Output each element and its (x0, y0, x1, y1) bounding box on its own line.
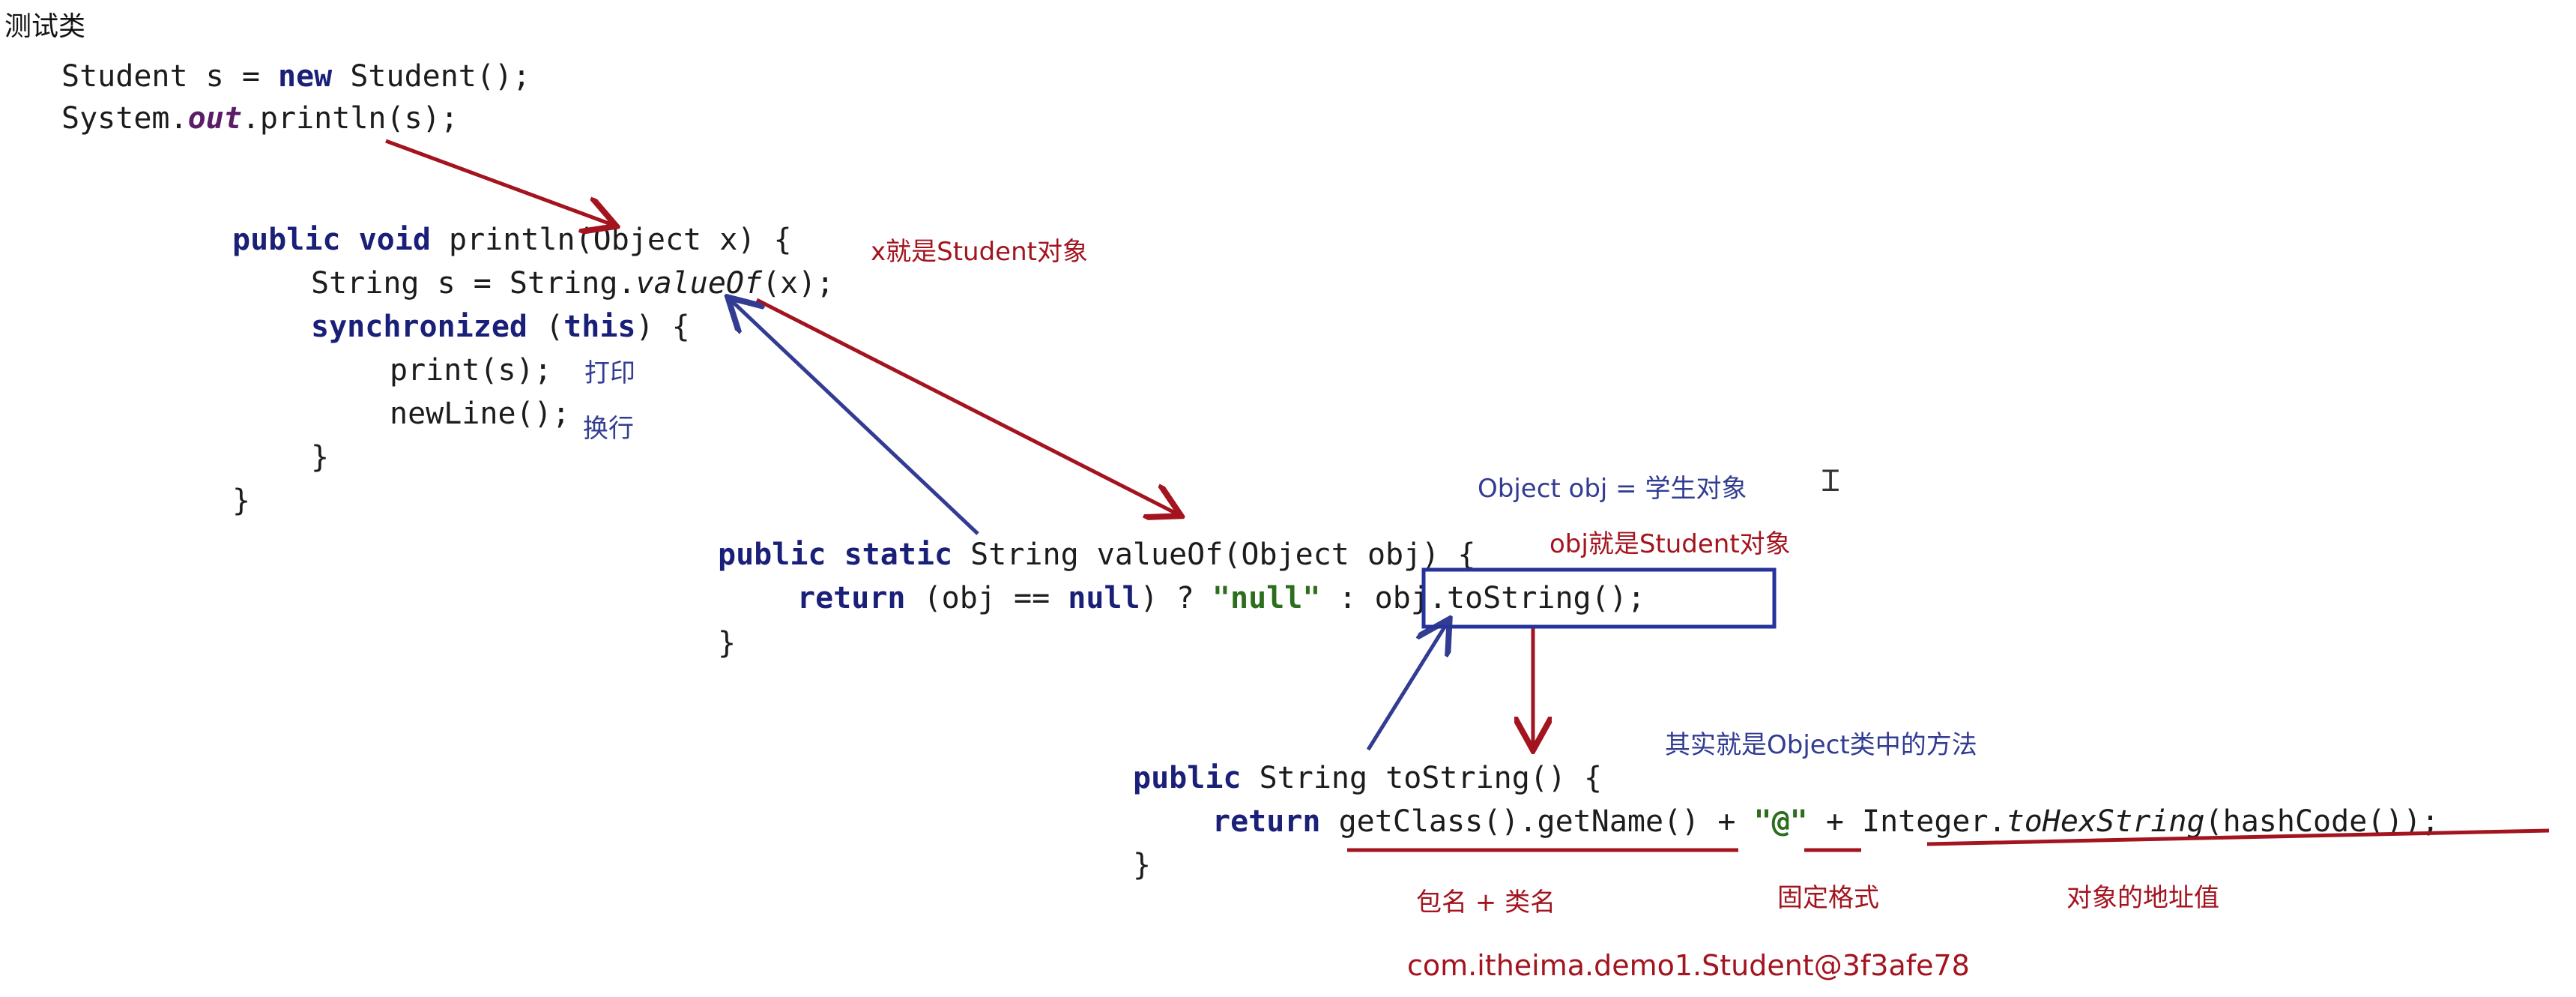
arrow-valueof-to-method (755, 298, 1178, 514)
arrow-method-back-to-valueof (731, 300, 979, 535)
underline-tohexstring (1926, 828, 2550, 846)
annotation-overlay (385, 139, 2550, 852)
arrow-println-to-method (385, 139, 613, 225)
arrow-tostring-back-to-call (1366, 622, 1448, 751)
tostring-call-highlight-box (1421, 567, 1777, 629)
